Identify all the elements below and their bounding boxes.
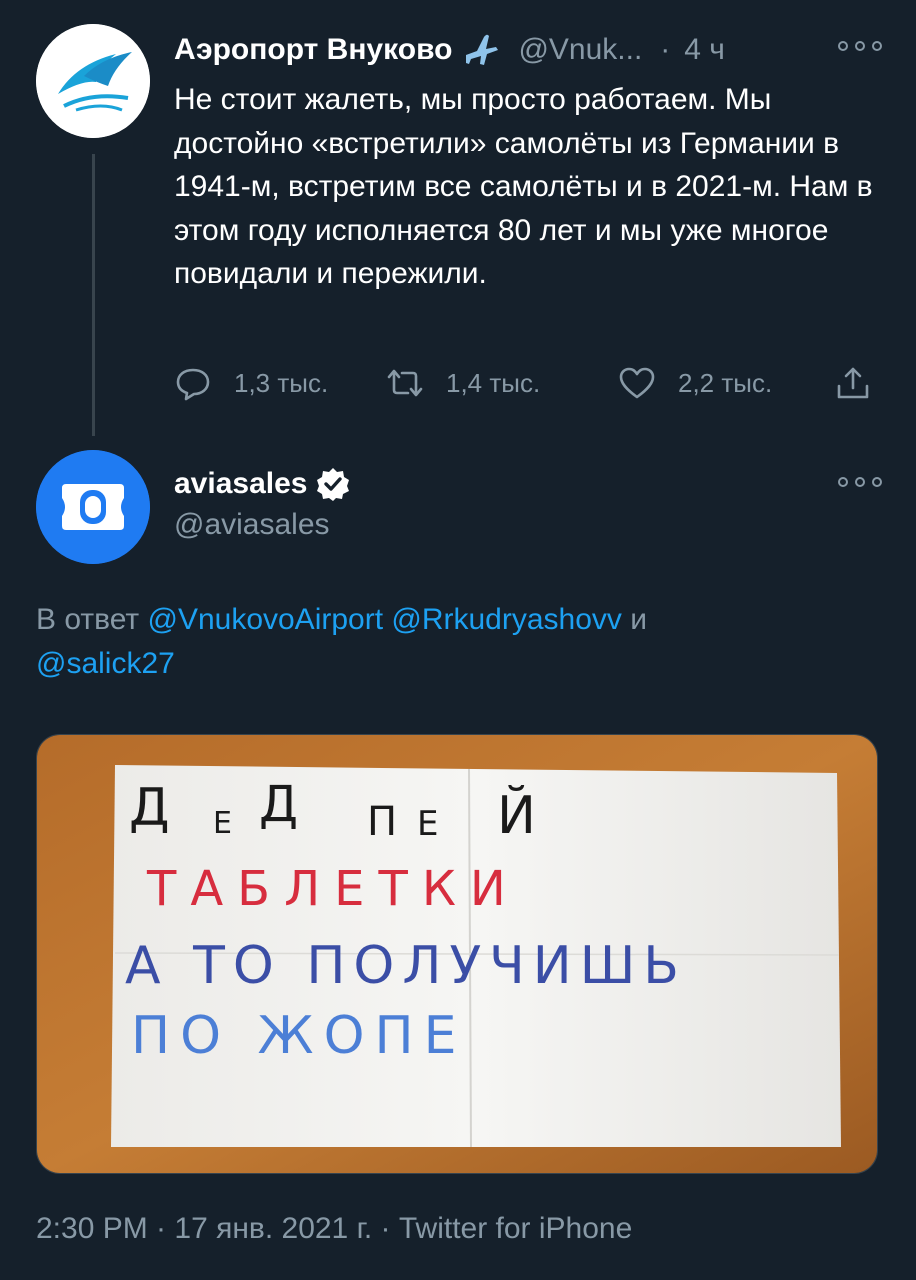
note-letter: Й (497, 785, 536, 846)
display-name[interactable]: Аэропорт Внуково (174, 33, 452, 67)
tweet-text: Не стоит жалеть, мы просто работаем. Мы … (174, 83, 873, 291)
note-letter: Д (259, 775, 298, 833)
share-button[interactable] (834, 358, 872, 408)
reply-button[interactable]: 1,3 тыс. (174, 358, 328, 408)
note-line: ТАБЛЕТКИ (146, 861, 520, 917)
avatar[interactable] (36, 24, 150, 138)
verified-badge-icon (317, 468, 350, 501)
tweet-meta-footer: 2:30 PM · 17 янв. 2021 г. · Twitter for … (36, 1212, 633, 1245)
aviasales-logo-icon (36, 450, 150, 564)
separator-dot: · (660, 33, 671, 66)
note-line: А ТО ПОЛУЧИШЬ (125, 936, 687, 996)
share-icon (837, 367, 869, 399)
handle[interactable]: @Vnuk... (518, 33, 642, 67)
retweet-icon (387, 369, 423, 397)
more-options-icon[interactable] (838, 472, 882, 492)
thread-connector-line (92, 154, 95, 436)
note-letter: Д (129, 778, 170, 838)
handwritten-note-image: Д Е Д П Е Й ТАБЛЕТКИ А ТО ПОЛУЧИШЬ ПО ЖО… (37, 735, 877, 1173)
display-name[interactable]: aviasales (174, 467, 307, 501)
avatar[interactable] (36, 450, 150, 564)
retweet-button[interactable]: 1,4 тыс. (386, 358, 540, 408)
more-options-icon[interactable] (838, 36, 882, 56)
note-line: ПО ЖОПЕ (131, 1006, 466, 1066)
tweet-actions: 1,3 тыс. 1,4 тыс. 2,2 тыс. (174, 358, 884, 408)
tweet-header: Аэропорт Внуково @Vnuk... · 4 ч (174, 28, 725, 72)
reply-icon (176, 368, 210, 401)
vnukovo-logo-icon (36, 24, 150, 138)
like-button[interactable]: 2,2 тыс. (618, 358, 772, 408)
note-letter: П (367, 799, 397, 845)
conjunction: и (630, 603, 648, 636)
mention-link[interactable]: @Rrkudryashovv (391, 603, 622, 636)
note-letter: Е (213, 806, 232, 841)
heart-icon (619, 367, 655, 399)
retweet-count: 1,4 тыс. (446, 367, 541, 398)
handle[interactable]: @aviasales (174, 508, 330, 542)
timestamp[interactable]: 4 ч (684, 33, 725, 67)
tweet-header: aviasales (174, 462, 351, 506)
note-letter: Е (417, 804, 438, 844)
like-count: 2,2 тыс. (678, 367, 773, 398)
reply-prefix: В ответ (36, 603, 140, 636)
airplane-icon (462, 31, 500, 69)
attached-photo[interactable]: Д Е Д П Е Й ТАБЛЕТКИ А ТО ПОЛУЧИШЬ ПО ЖО… (36, 734, 878, 1174)
mention-link[interactable]: @salick27 (36, 647, 175, 680)
reply-context: В ответ @VnukovoAirport @Rrkudryashovv и… (36, 598, 876, 686)
mention-link[interactable]: @VnukovoAirport (147, 603, 383, 636)
reply-count: 1,3 тыс. (234, 367, 329, 398)
